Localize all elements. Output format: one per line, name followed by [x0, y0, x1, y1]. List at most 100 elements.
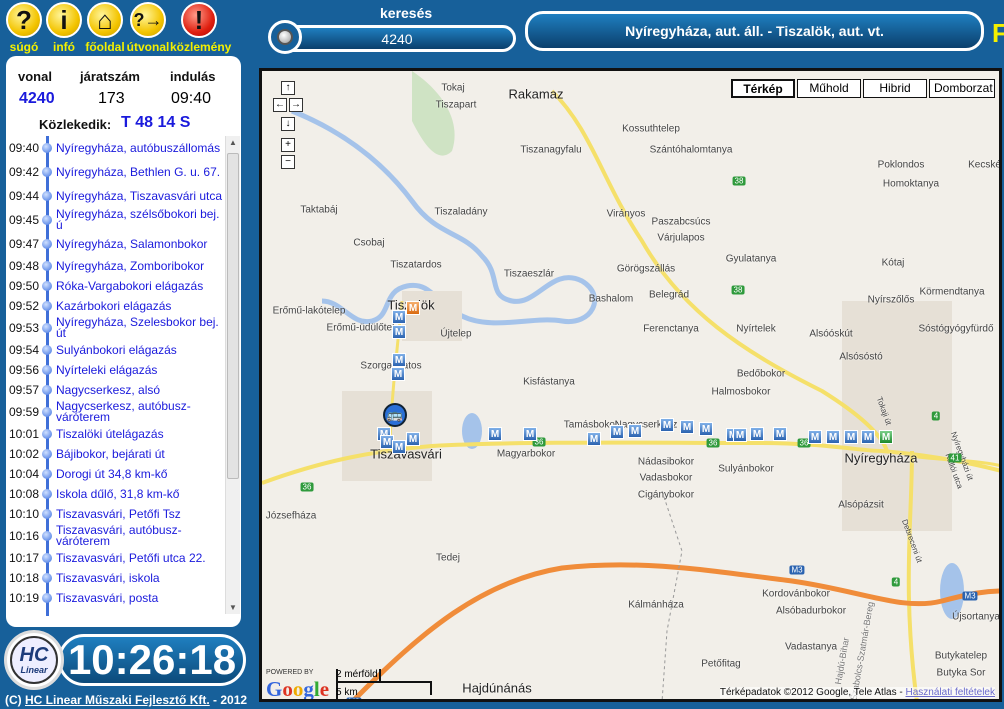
search-input[interactable]: 4240 [278, 25, 516, 52]
bus-position-icon[interactable]: 🚌 [383, 403, 407, 427]
stop-row[interactable]: 10:01 Tiszalöki útelágazás [6, 424, 225, 444]
stop-row[interactable]: 10:18 Tiszavasvári, iskola [6, 568, 225, 588]
stop-name[interactable]: Dorogi út 34,8 km-kő [52, 468, 167, 480]
zoom-out-button[interactable]: − [281, 155, 295, 169]
notice-button[interactable]: ! közlemény [170, 2, 231, 54]
map[interactable]: Tokaj Rakamaz Tiszapart Tiszanagyfalu Kossut… [259, 68, 1002, 702]
bus-stop-marker[interactable]: M [628, 424, 642, 438]
pan-up-button[interactable]: ↑ [281, 81, 295, 95]
bus-stop-marker[interactable]: M [879, 430, 893, 444]
stop-name[interactable]: Sulyánbokori elágazás [52, 344, 177, 356]
stop-name[interactable]: Kazárbokori elágazás [52, 300, 171, 312]
route-button[interactable]: ?→ útvonal [127, 2, 169, 54]
stop-name[interactable]: Nyíregyháza, szélsőbokori bej. ú [52, 208, 225, 231]
scroll-down-icon[interactable]: ▼ [229, 603, 237, 612]
stop-row[interactable]: 09:59 Nagycserkesz, autóbusz-váróterem [6, 400, 225, 424]
road-number-shield: 4 [891, 577, 901, 587]
stop-name[interactable]: Nyíregyháza, Szelesbokor bej. út [52, 316, 225, 339]
stop-name[interactable]: Tiszalöki útelágazás [52, 428, 164, 440]
bus-stop-marker[interactable]: M [733, 428, 747, 442]
bus-stop-marker[interactable]: M [861, 430, 875, 444]
help-button[interactable]: ? súgó [5, 2, 43, 54]
stop-row[interactable]: 10:10 Tiszavasvári, Petőfi Tsz [6, 504, 225, 524]
bus-stop-marker[interactable]: M [406, 301, 420, 315]
bus-stop-marker[interactable]: M [750, 427, 764, 441]
stop-row[interactable]: 09:48 Nyíregyháza, Zomboribokor [6, 256, 225, 276]
stop-name[interactable]: Tiszavasvári, Petőfi Tsz [52, 508, 181, 520]
stop-row[interactable]: 10:08 Iskola dűlő, 31,8 km-kő [6, 484, 225, 504]
bus-stop-marker[interactable]: M [826, 430, 840, 444]
trip-number: 173 [98, 90, 125, 107]
stop-row[interactable]: 10:19 Tiszavasvári, posta [6, 588, 225, 608]
stop-name[interactable]: Nyíregyháza, autóbuszállomás [52, 142, 220, 154]
bus-stop-marker[interactable]: M [773, 427, 787, 441]
bus-stop-marker[interactable]: M [610, 425, 624, 439]
stop-row[interactable]: 10:16 Tiszavasvári, autóbusz-váróterem [6, 524, 225, 548]
bus-stop-marker[interactable]: M [406, 432, 420, 446]
stop-name[interactable]: Nagycserkesz, alsó [52, 384, 160, 396]
map-type-muhold[interactable]: Műhold [797, 79, 861, 98]
place-label: Nyírszőlős [867, 294, 915, 306]
stop-row[interactable]: 09:53 Nyíregyháza, Szelesbokor bej. út [6, 316, 225, 340]
bus-stop-marker[interactable]: M [392, 440, 406, 454]
bus-stop-marker[interactable]: M [699, 422, 713, 436]
info-button[interactable]: i infó [45, 2, 83, 54]
stop-name[interactable]: Nyírteleki elágazás [52, 364, 157, 376]
map-type-hibrid[interactable]: Hibrid [863, 79, 927, 98]
stop-list-scrollbar[interactable]: ▲ ▼ [225, 136, 240, 614]
stop-time: 10:16 [9, 529, 40, 543]
place-label: Erőmű-lakótelep [272, 305, 346, 317]
stop-row[interactable]: 09:42 Nyíregyháza, Bethlen G. u. 67. [6, 160, 225, 184]
stop-row[interactable]: 09:54 Sulyánbokori elágazás [6, 340, 225, 360]
bus-stop-marker[interactable]: M [392, 325, 406, 339]
home-button[interactable]: ⌂ főoldal [85, 2, 125, 54]
stop-row[interactable]: 10:02 Bájibokor, bejárati út [6, 444, 225, 464]
stop-row[interactable]: 09:45 Nyíregyháza, szélsőbokori bej. ú [6, 208, 225, 232]
stop-row[interactable]: 09:47 Nyíregyháza, Salamonbokor [6, 232, 225, 256]
stop-row[interactable]: 09:40 Nyíregyháza, autóbuszállomás [6, 136, 225, 160]
stop-name[interactable]: Nyíregyháza, Salamonbokor [52, 238, 207, 250]
stop-row[interactable]: 10:17 Tiszavasvári, Petőfi utca 22. [6, 548, 225, 568]
pan-down-button[interactable]: ↓ [281, 117, 295, 131]
company-link[interactable]: HC Linear Műszaki Fejlesztő Kft. [25, 693, 210, 707]
bus-stop-marker[interactable]: M [844, 430, 858, 444]
stop-name[interactable]: Tiszavasvári, autóbusz-váróterem [52, 524, 225, 547]
stop-name[interactable]: Nyíregyháza, Tiszavasvári utca [52, 190, 222, 202]
stop-row[interactable]: 09:50 Róka-Vargabokori elágazás [6, 276, 225, 296]
pan-left-button[interactable]: ← [273, 98, 287, 112]
stop-row[interactable]: 09:44 Nyíregyháza, Tiszavasvári utca [6, 184, 225, 208]
stop-name[interactable]: Iskola dűlő, 31,8 km-kő [52, 488, 179, 500]
bus-stop-marker[interactable]: M [660, 418, 674, 432]
stop-name[interactable]: Bájibokor, bejárati út [52, 448, 165, 460]
bus-stop-marker[interactable]: M [587, 432, 601, 446]
stop-name[interactable]: Nyíregyháza, Zomboribokor [52, 260, 204, 272]
zoom-in-button[interactable]: + [281, 138, 295, 152]
pan-right-button[interactable]: → [289, 98, 303, 112]
bus-stop-marker[interactable]: M [391, 367, 405, 381]
stop-row[interactable]: 09:57 Nagycserkesz, alsó [6, 380, 225, 400]
stop-row[interactable]: 09:56 Nyírteleki elágazás [6, 360, 225, 380]
bus-stop-marker[interactable]: M [392, 310, 406, 324]
google-logo[interactable]: Google [266, 677, 329, 699]
scroll-up-icon[interactable]: ▲ [229, 138, 237, 147]
stop-row[interactable]: 09:52 Kazárbokori elágazás [6, 296, 225, 316]
stop-dot-icon [42, 385, 52, 395]
county-border [661, 490, 683, 699]
search-icon[interactable] [268, 20, 302, 54]
stop-name[interactable]: Tiszavasvári, Petőfi utca 22. [52, 552, 206, 564]
map-type-terkep[interactable]: Térkép [731, 79, 795, 98]
stop-name[interactable]: Tiszavasvári, iskola [52, 572, 160, 584]
bus-stop-marker[interactable]: M [392, 353, 406, 367]
bus-stop-marker[interactable]: M [523, 427, 537, 441]
stop-name[interactable]: Nagycserkesz, autóbusz-váróterem [52, 400, 225, 423]
map-type-domborzat[interactable]: Domborzat [929, 79, 995, 98]
stop-name[interactable]: Tiszavasvári, posta [52, 592, 158, 604]
stop-name[interactable]: Róka-Vargabokori elágazás [52, 280, 203, 292]
bus-stop-marker[interactable]: M [808, 430, 822, 444]
scrollbar-thumb[interactable] [227, 153, 239, 479]
stop-row[interactable]: 10:04 Dorogi út 34,8 km-kő [6, 464, 225, 484]
bus-stop-marker[interactable]: M [680, 420, 694, 434]
stop-name[interactable]: Nyíregyháza, Bethlen G. u. 67. [52, 166, 220, 178]
bus-stop-marker[interactable]: M [488, 427, 502, 441]
terms-link[interactable]: Használati feltételek [906, 687, 996, 698]
